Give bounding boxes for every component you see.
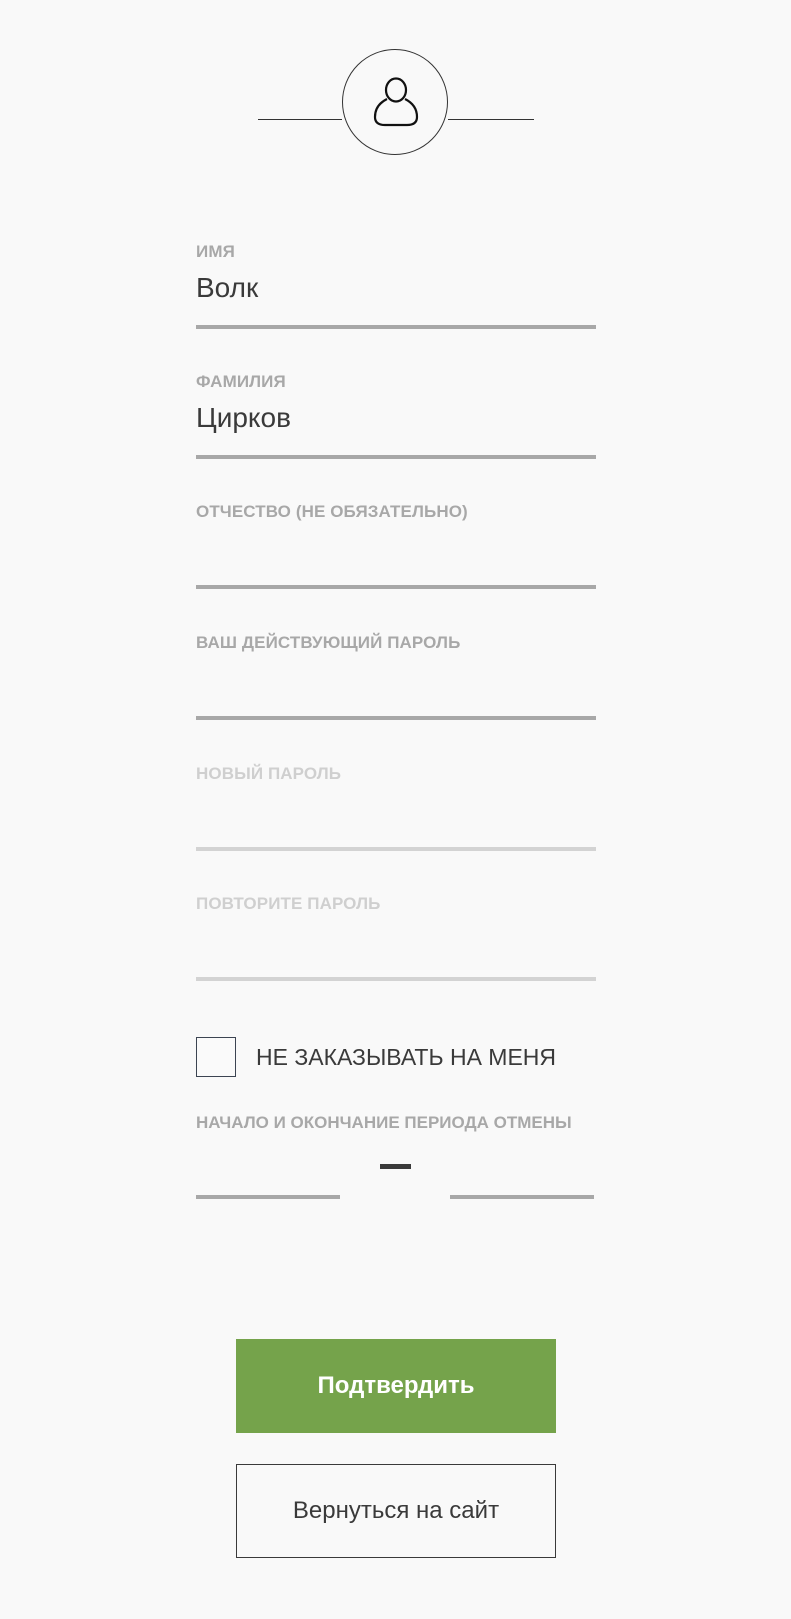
user-icon xyxy=(373,77,419,127)
first-name-label: ИМЯ xyxy=(196,242,235,261)
first-name-field: ИМЯ xyxy=(196,242,596,332)
last-name-input[interactable] xyxy=(196,400,596,436)
current-password-label: ВАШ ДЕЙСТВУЮЩИЙ ПАРОЛЬ xyxy=(196,633,461,652)
current-password-underline xyxy=(196,716,596,720)
repeat-password-input[interactable] xyxy=(196,930,596,966)
patronymic-underline xyxy=(196,585,596,589)
confirm-button[interactable]: Подтвердить xyxy=(236,1339,556,1433)
confirm-button-label: Подтвердить xyxy=(317,1372,475,1399)
back-to-site-button[interactable]: Вернуться на сайт xyxy=(236,1464,556,1558)
no-order-label[interactable]: НЕ ЗАКАЗЫВАТЬ НА МЕНЯ xyxy=(256,1044,556,1071)
period-end-input[interactable] xyxy=(450,1195,594,1199)
avatar[interactable] xyxy=(342,49,448,155)
patronymic-label: ОТЧЕСТВО (НЕ ОБЯЗАТЕЛЬНО) xyxy=(196,502,468,521)
new-password-label: НОВЫЙ ПАРОЛЬ xyxy=(196,764,342,783)
new-password-underline xyxy=(196,847,596,851)
avatar-divider-left xyxy=(258,119,342,120)
avatar-divider-right xyxy=(448,119,534,120)
new-password-input[interactable] xyxy=(196,800,596,836)
no-order-checkbox[interactable] xyxy=(196,1037,236,1077)
repeat-password-field: ПОВТОРИТЕ ПАРОЛЬ xyxy=(196,894,596,984)
patronymic-field: ОТЧЕСТВО (НЕ ОБЯЗАТЕЛЬНО) xyxy=(196,502,596,592)
last-name-underline xyxy=(196,455,596,459)
back-to-site-button-label: Вернуться на сайт xyxy=(292,1497,500,1524)
first-name-underline xyxy=(196,325,596,329)
repeat-password-underline xyxy=(196,977,596,981)
repeat-password-label: ПОВТОРИТЕ ПАРОЛЬ xyxy=(196,894,381,913)
last-name-field: ФАМИЛИЯ xyxy=(196,372,596,462)
first-name-input[interactable] xyxy=(196,270,596,306)
last-name-label: ФАМИЛИЯ xyxy=(196,372,286,391)
current-password-input[interactable] xyxy=(196,669,596,705)
period-label: НАЧАЛО И ОКОНЧАНИЕ ПЕРИОДА ОТМЕНЫ xyxy=(196,1113,572,1132)
new-password-field: НОВЫЙ ПАРОЛЬ xyxy=(196,764,596,854)
period-start-input[interactable] xyxy=(196,1195,340,1199)
period-range-dash xyxy=(380,1164,411,1169)
patronymic-input[interactable] xyxy=(196,538,596,574)
current-password-field: ВАШ ДЕЙСТВУЮЩИЙ ПАРОЛЬ xyxy=(196,633,596,723)
